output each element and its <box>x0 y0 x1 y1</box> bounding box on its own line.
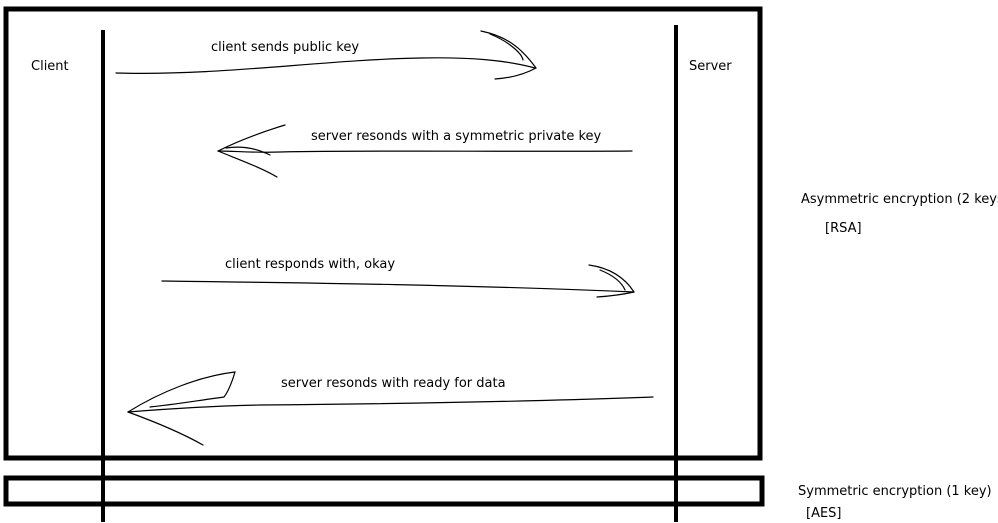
diagram-canvas <box>3 6 765 522</box>
rsa-label: [RSA] <box>825 221 862 236</box>
asymmetric-encryption-label: Asymmetric encryption (2 keys) <box>801 192 998 207</box>
handshake-diagram: Client Server client sends public key se… <box>0 0 998 523</box>
message-label-1: client sends public key <box>211 40 360 55</box>
message-label-2: server resonds with a symmetric private … <box>311 129 602 144</box>
aes-label: [AES] <box>806 506 842 521</box>
message-label-4: server resonds with ready for data <box>281 376 506 391</box>
symmetric-phase-box <box>3 475 765 507</box>
symmetric-encryption-label: Symmetric encryption (1 key) <box>798 484 992 499</box>
message-label-3: client responds with, okay <box>225 257 396 272</box>
server-label: Server <box>689 59 732 74</box>
client-label: Client <box>31 59 69 74</box>
